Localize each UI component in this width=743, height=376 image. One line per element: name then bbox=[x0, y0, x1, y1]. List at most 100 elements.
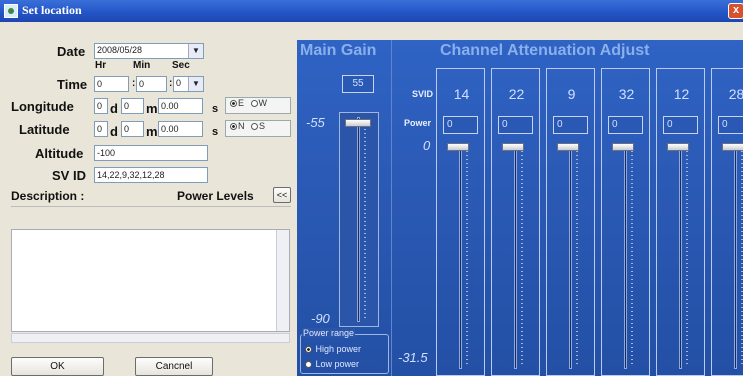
divider bbox=[11, 206, 291, 207]
second-value: 0 bbox=[176, 78, 182, 88]
minute-field[interactable]: 0 bbox=[136, 76, 167, 92]
channel-attenuation-slider[interactable] bbox=[720, 143, 743, 373]
low-power-radio[interactable] bbox=[305, 361, 312, 369]
channel-slider-thumb[interactable] bbox=[612, 143, 634, 151]
high-power-label: High power bbox=[315, 344, 362, 354]
svid-label: SV ID bbox=[52, 168, 86, 183]
second-dropdown[interactable]: 0 ▼ bbox=[173, 76, 204, 92]
vertical-scrollbar[interactable] bbox=[276, 230, 289, 331]
cancel-button[interactable]: Cancnel bbox=[135, 357, 213, 376]
window-title: Set location bbox=[22, 3, 82, 17]
channel-slider-thumb[interactable] bbox=[557, 143, 579, 151]
slider-rail bbox=[679, 147, 682, 369]
latitude-minutes[interactable]: 0 bbox=[121, 121, 144, 137]
latitude-hemisphere: N S bbox=[225, 120, 291, 137]
main-gain-min-label: -90 bbox=[311, 311, 330, 326]
channel-power-field[interactable]: 0 bbox=[498, 116, 533, 134]
latitude-seconds[interactable]: 0.00 bbox=[158, 121, 203, 137]
channel-slider-thumb[interactable] bbox=[722, 143, 743, 151]
date-picker[interactable]: 2008/05/28 ▼ bbox=[94, 43, 204, 59]
slider-ticks bbox=[521, 151, 523, 367]
ok-button[interactable]: OK bbox=[11, 357, 104, 376]
high-power-option[interactable]: High power bbox=[305, 344, 361, 354]
min-label: Min bbox=[133, 60, 151, 71]
slider-rail bbox=[357, 117, 360, 322]
description-label: Description : bbox=[11, 189, 85, 203]
minutes-unit: m bbox=[146, 124, 158, 139]
seconds-unit: s bbox=[212, 126, 219, 138]
channel-attenuation-slider[interactable] bbox=[610, 143, 642, 373]
longitude-minutes[interactable]: 0 bbox=[121, 98, 144, 114]
channel-column: 22 0 bbox=[491, 68, 540, 376]
east-radio[interactable] bbox=[230, 100, 237, 108]
east-label: E bbox=[238, 98, 245, 108]
degrees-unit: d bbox=[110, 101, 118, 116]
power-levels-label: Power Levels bbox=[177, 189, 254, 203]
west-radio[interactable] bbox=[250, 100, 258, 108]
channel-slider-thumb[interactable] bbox=[667, 143, 689, 151]
power-row-label: Power bbox=[404, 118, 432, 128]
time-separator: : bbox=[169, 78, 173, 89]
app-icon bbox=[4, 4, 18, 18]
north-label: N bbox=[238, 121, 245, 131]
hr-label: Hr bbox=[95, 60, 107, 71]
south-radio[interactable] bbox=[251, 123, 259, 131]
slider-ticks bbox=[686, 151, 688, 367]
horizontal-scrollbar[interactable] bbox=[11, 333, 290, 343]
title-bar: Set location x bbox=[0, 0, 743, 22]
channel-power-field[interactable]: 0 bbox=[718, 116, 743, 134]
chevron-down-icon[interactable]: ▼ bbox=[188, 44, 203, 58]
main-gain-slider[interactable] bbox=[339, 112, 379, 327]
channel-power-field[interactable]: 0 bbox=[553, 116, 588, 134]
south-label: S bbox=[259, 121, 266, 131]
power-range-title: Power range bbox=[302, 328, 356, 338]
time-label: Time bbox=[57, 77, 88, 92]
channel-power-field[interactable]: 0 bbox=[608, 116, 643, 134]
main-gain-thumb[interactable] bbox=[345, 119, 371, 127]
chevron-down-icon[interactable]: ▼ bbox=[188, 77, 203, 91]
channel-column: 14 0 bbox=[436, 68, 485, 376]
channel-attenuation-slider[interactable] bbox=[445, 143, 477, 373]
slider-rail bbox=[514, 147, 517, 369]
longitude-degrees[interactable]: 0 bbox=[94, 98, 108, 114]
time-separator: : bbox=[132, 78, 136, 89]
latitude-degrees[interactable]: 0 bbox=[94, 121, 108, 137]
slider-rail bbox=[624, 147, 627, 369]
attenuation-top-label: 0 bbox=[423, 138, 431, 153]
sec-label: Sec bbox=[172, 60, 190, 71]
longitude-label: Longitude bbox=[11, 99, 74, 114]
channel-svid: 14 bbox=[453, 86, 470, 102]
slider-rail bbox=[459, 147, 462, 369]
channel-attenuation-slider[interactable] bbox=[665, 143, 697, 373]
collapse-button[interactable]: << bbox=[273, 187, 291, 203]
channel-svid: 12 bbox=[673, 86, 690, 102]
channel-attenuation-slider[interactable] bbox=[500, 143, 532, 373]
channel-slider-thumb[interactable] bbox=[502, 143, 524, 151]
channel-column: 28 0 bbox=[711, 68, 743, 376]
channel-attenuation-slider[interactable] bbox=[555, 143, 587, 373]
channel-power-field[interactable]: 0 bbox=[663, 116, 698, 134]
svid-field[interactable]: 14,22,9,32,12,28 bbox=[94, 167, 208, 183]
north-radio[interactable] bbox=[230, 123, 237, 131]
description-textarea[interactable] bbox=[11, 229, 290, 332]
close-icon[interactable]: x bbox=[728, 3, 743, 19]
channel-svid: 9 bbox=[567, 86, 576, 102]
latitude-label: Latitude bbox=[19, 122, 70, 137]
altitude-field[interactable]: -100 bbox=[94, 145, 208, 161]
channel-svid: 32 bbox=[618, 86, 635, 102]
high-power-radio[interactable] bbox=[305, 346, 312, 354]
date-value: 2008/05/28 bbox=[97, 45, 143, 55]
attenuation-title: Channel Attenuation Adjust bbox=[440, 42, 650, 59]
longitude-seconds[interactable]: 0.00 bbox=[158, 98, 203, 114]
slider-ticks bbox=[364, 121, 366, 320]
channel-svid: 28 bbox=[728, 86, 743, 102]
channel-column: 12 0 bbox=[656, 68, 705, 376]
slider-ticks bbox=[576, 151, 578, 367]
altitude-label: Altitude bbox=[35, 146, 84, 161]
low-power-option[interactable]: Low power bbox=[305, 359, 359, 369]
hour-field[interactable]: 0 bbox=[94, 76, 129, 92]
slider-rail bbox=[734, 147, 737, 369]
main-gain-value: 55 bbox=[342, 75, 374, 93]
channel-slider-thumb[interactable] bbox=[447, 143, 469, 151]
channel-power-field[interactable]: 0 bbox=[443, 116, 478, 134]
